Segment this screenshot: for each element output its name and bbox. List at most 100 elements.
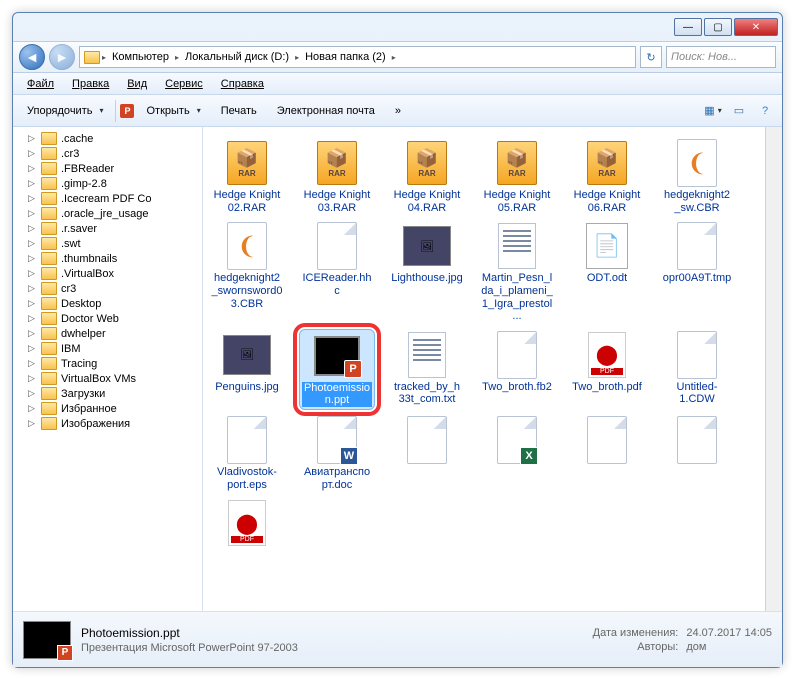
file-item[interactable]: ⬤	[209, 497, 285, 551]
tree-item-label: Изображения	[61, 418, 130, 430]
file-label: Hedge Knight 02.RAR	[211, 189, 283, 214]
tree-item[interactable]: ▷IBM	[13, 341, 202, 356]
tree-item[interactable]: ▷Doctor Web	[13, 311, 202, 326]
tree-item[interactable]: ▷ .Icecream PDF Co	[13, 191, 202, 206]
help-button[interactable]: ?	[754, 101, 776, 121]
email-button[interactable]: Электронная почта	[269, 102, 383, 120]
file-item[interactable]	[569, 414, 645, 493]
expand-icon[interactable]: ▷	[27, 194, 36, 203]
file-item[interactable]: ⬤Two_broth.pdf	[569, 329, 645, 410]
organize-button[interactable]: Упорядочить	[19, 102, 111, 120]
file-item[interactable]: Hedge Knight 05.RAR	[479, 137, 555, 216]
expand-icon[interactable]: ▷	[27, 179, 36, 188]
menu-edit[interactable]: Правка	[64, 76, 117, 92]
file-item[interactable]: ❨hedgeknight2_swornsword03.CBR	[209, 220, 285, 325]
tree-item[interactable]: ▷.r.saver	[13, 221, 202, 236]
folder-icon	[41, 342, 57, 355]
expand-icon[interactable]: ▷	[27, 284, 36, 293]
file-item[interactable]: Two_broth.fb2	[479, 329, 555, 410]
expand-icon[interactable]: ▷	[27, 419, 36, 428]
expand-icon[interactable]: ▷	[27, 239, 36, 248]
breadcrumb-item[interactable]: Новая папка (2)	[301, 51, 390, 63]
tree-item[interactable]: ▷.FBReader	[13, 161, 202, 176]
tree-item[interactable]: ▷.thumbnails	[13, 251, 202, 266]
search-input[interactable]: Поиск: Нов...	[666, 46, 776, 68]
file-item[interactable]	[479, 414, 555, 493]
more-button[interactable]: »	[387, 102, 409, 120]
folder-icon	[41, 357, 57, 370]
expand-icon[interactable]: ▷	[27, 299, 36, 308]
file-item[interactable]: 📄ODT.odt	[569, 220, 645, 325]
menu-view[interactable]: Вид	[119, 76, 155, 92]
expand-icon[interactable]: ▷	[27, 374, 36, 383]
chevron-right-icon: ▸	[392, 53, 396, 62]
expand-icon[interactable]: ▷	[27, 344, 36, 353]
tree-item[interactable]: ▷VirtualBox VMs	[13, 371, 202, 386]
refresh-button[interactable]: ↻	[640, 46, 662, 68]
tree-item[interactable]: ▷cr3	[13, 281, 202, 296]
file-item[interactable]: tracked_by_h33t_com.txt	[389, 329, 465, 410]
breadcrumb[interactable]: ▸ Компьютер ▸ Локальный диск (D:) ▸ Нова…	[79, 46, 636, 68]
tree-item[interactable]: ▷Избранное	[13, 401, 202, 416]
view-mode-button[interactable]: ▦	[702, 101, 724, 121]
scrollbar[interactable]	[765, 127, 782, 611]
file-item[interactable]: ❨hedgeknight2_sw.CBR	[659, 137, 735, 216]
preview-pane-button[interactable]: ▭	[728, 101, 750, 121]
file-item[interactable]	[389, 414, 465, 493]
file-item[interactable]: 🖼Penguins.jpg	[209, 329, 285, 410]
breadcrumb-item[interactable]: Компьютер	[108, 51, 173, 63]
file-item[interactable]: Hedge Knight 06.RAR	[569, 137, 645, 216]
menu-help[interactable]: Справка	[213, 76, 272, 92]
folder-tree[interactable]: ▷.cache▷.cr3▷.FBReader▷.gimp-2.8▷.Icecre…	[13, 127, 203, 611]
expand-icon[interactable]: ▷	[27, 164, 36, 173]
expand-icon[interactable]: ▷	[27, 389, 36, 398]
print-button[interactable]: Печать	[213, 102, 265, 120]
file-item[interactable]: Photoemission.ppt	[299, 329, 375, 410]
expand-icon[interactable]: ▷	[27, 404, 36, 413]
expand-icon[interactable]: ▷	[27, 149, 36, 158]
expand-icon[interactable]: ▷	[27, 134, 36, 143]
file-item[interactable]: Hedge Knight 04.RAR	[389, 137, 465, 216]
tree-item[interactable]: ▷.VirtualBox	[13, 266, 202, 281]
folder-icon	[41, 267, 57, 280]
file-item[interactable]: Martin_Pesn_lda_i_plameni_1_Igra_prestol…	[479, 220, 555, 325]
file-item[interactable]: ICEReader.hhc	[299, 220, 375, 325]
titlebar: — ▢ ✕	[13, 13, 782, 41]
tree-item[interactable]: ▷dwhelper	[13, 326, 202, 341]
tree-item-label: .Icecream PDF Co	[61, 193, 151, 205]
tree-item[interactable]: ▷ Изображения	[13, 416, 202, 431]
tree-item[interactable]: ▷.swt	[13, 236, 202, 251]
back-button[interactable]: ◄	[19, 44, 45, 70]
file-item[interactable]: Hedge Knight 02.RAR	[209, 137, 285, 216]
expand-icon[interactable]: ▷	[27, 224, 36, 233]
expand-icon[interactable]: ▷	[27, 329, 36, 338]
file-item[interactable]	[659, 414, 735, 493]
file-item[interactable]: Untitled-1.CDW	[659, 329, 735, 410]
tree-item[interactable]: ▷.gimp-2.8	[13, 176, 202, 191]
file-item[interactable]: Hedge Knight 03.RAR	[299, 137, 375, 216]
expand-icon[interactable]: ▷	[27, 359, 36, 368]
tree-item[interactable]: ▷Загрузки	[13, 386, 202, 401]
forward-button[interactable]: ►	[49, 44, 75, 70]
tree-item[interactable]: ▷Desktop	[13, 296, 202, 311]
maximize-button[interactable]: ▢	[704, 18, 732, 36]
close-button[interactable]: ✕	[734, 18, 778, 36]
expand-icon[interactable]: ▷	[27, 269, 36, 278]
breadcrumb-item[interactable]: Локальный диск (D:)	[181, 51, 293, 63]
file-item[interactable]: Авиатранспорт.doc	[299, 414, 375, 493]
minimize-button[interactable]: —	[674, 18, 702, 36]
expand-icon[interactable]: ▷	[27, 209, 36, 218]
open-button[interactable]: Открыть	[138, 102, 208, 120]
tree-item[interactable]: ▷Tracing	[13, 356, 202, 371]
file-list[interactable]: Hedge Knight 02.RARHedge Knight 03.RARHe…	[203, 127, 765, 611]
expand-icon[interactable]: ▷	[27, 314, 36, 323]
tree-item[interactable]: ▷.oracle_jre_usage	[13, 206, 202, 221]
expand-icon[interactable]: ▷	[27, 254, 36, 263]
tree-item[interactable]: ▷.cr3	[13, 146, 202, 161]
tree-item[interactable]: ▷.cache	[13, 131, 202, 146]
menu-file[interactable]: Файл	[19, 76, 62, 92]
file-item[interactable]: opr00A9T.tmp	[659, 220, 735, 325]
file-item[interactable]: Vladivostok-port.eps	[209, 414, 285, 493]
menu-tools[interactable]: Сервис	[157, 76, 211, 92]
file-item[interactable]: 🖼Lighthouse.jpg	[389, 220, 465, 325]
